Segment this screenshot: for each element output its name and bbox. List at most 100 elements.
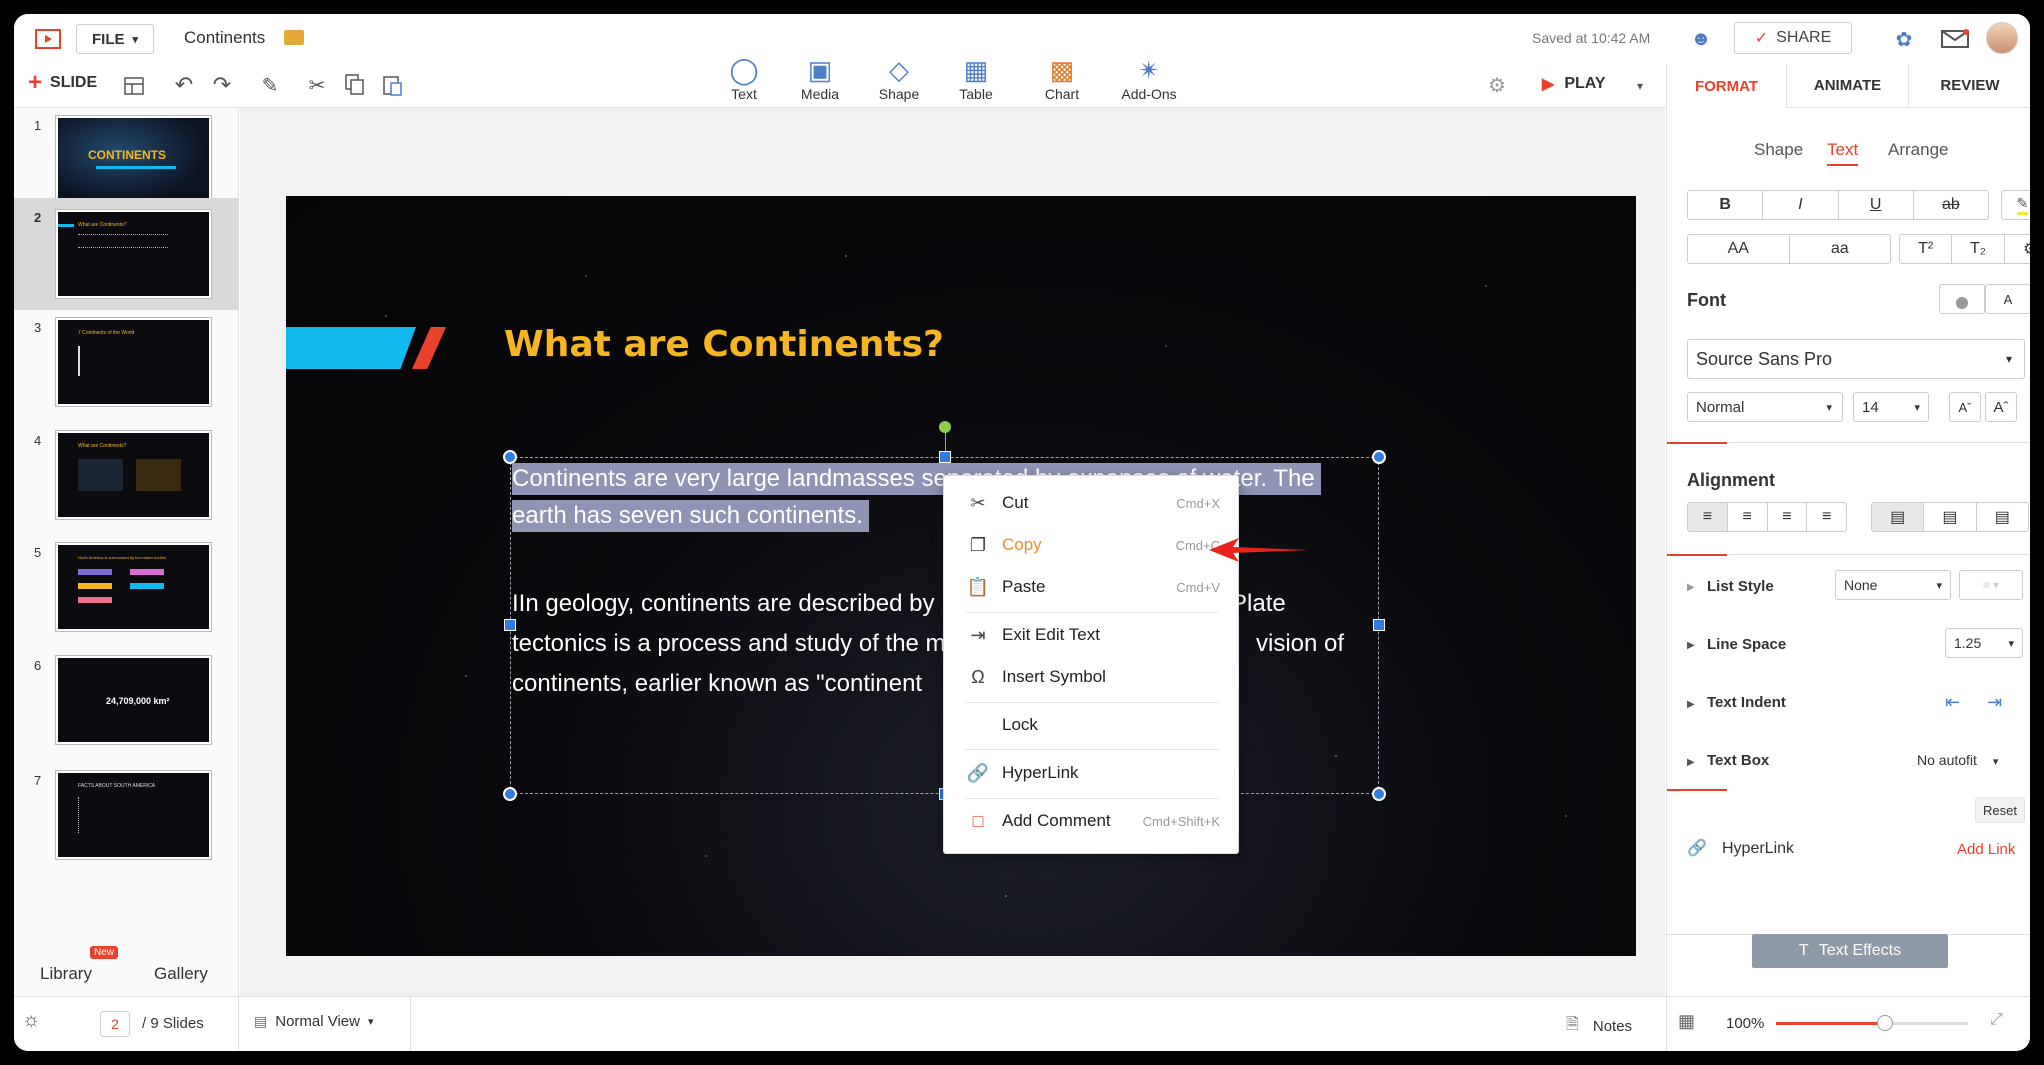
increase-font-button[interactable]: Aˆ bbox=[1985, 392, 2017, 422]
tab-review[interactable]: REVIEW bbox=[1909, 64, 2030, 108]
list-style-expand-icon[interactable]: ▶ bbox=[1687, 582, 1695, 593]
reset-button[interactable]: Reset bbox=[1975, 797, 2025, 823]
zoom-slider-thumb[interactable] bbox=[1877, 1015, 1894, 1031]
chat-icon[interactable]: ☼ bbox=[22, 1009, 40, 1032]
zoom-slider[interactable] bbox=[1776, 1015, 1968, 1031]
file-menu-button[interactable]: FILE ▾ bbox=[76, 24, 154, 54]
insert-text-button[interactable]: ◯ Text bbox=[714, 54, 774, 102]
resize-handle-bottom-right[interactable] bbox=[1372, 787, 1386, 801]
fit-slide-icon[interactable]: ▦ bbox=[1678, 1011, 1695, 1032]
collaborators-icon[interactable]: ☻ bbox=[1684, 26, 1718, 52]
context-menu-exit-edit[interactable]: ⇥ Exit Edit Text bbox=[944, 614, 1240, 656]
scissors-icon[interactable]: ✂ bbox=[304, 72, 330, 98]
copy-icon[interactable] bbox=[342, 72, 368, 98]
align-middle-icon[interactable]: ▤ bbox=[1924, 503, 1977, 531]
context-menu-add-comment[interactable]: □ Add Comment Cmd+Shift+K bbox=[944, 800, 1240, 842]
align-right-icon[interactable]: ≡ bbox=[1768, 503, 1808, 531]
resize-handle-top-right[interactable] bbox=[1372, 450, 1386, 464]
align-bottom-icon[interactable]: ▤ bbox=[1977, 503, 2028, 531]
subtab-arrange[interactable]: Arrange bbox=[1888, 140, 1948, 160]
context-menu-insert-symbol[interactable]: Ω Insert Symbol bbox=[944, 656, 1240, 698]
body-text-line[interactable]: vision of bbox=[1256, 628, 1344, 660]
font-size-select[interactable]: 14 ▾ bbox=[1853, 392, 1929, 422]
text-settings-icon[interactable]: ⚙ bbox=[2005, 235, 2030, 263]
strikethrough-button[interactable]: ab bbox=[1914, 191, 1988, 219]
settings-icon[interactable]: ⚙ bbox=[1484, 72, 1510, 98]
paste-icon[interactable] bbox=[380, 72, 406, 98]
font-color-button[interactable] bbox=[1939, 284, 1985, 314]
avatar[interactable] bbox=[1986, 22, 2018, 54]
slide-title[interactable]: What are Continents? bbox=[504, 324, 944, 365]
subtab-shape[interactable]: Shape bbox=[1754, 140, 1803, 160]
lowercase-button[interactable]: aa bbox=[1790, 235, 1891, 263]
undo-icon[interactable]: ↶ bbox=[172, 72, 196, 98]
app-logo-icon[interactable] bbox=[34, 28, 62, 52]
font-outline-button[interactable]: A bbox=[1985, 284, 2030, 314]
resize-handle-top-left[interactable] bbox=[503, 450, 517, 464]
play-button[interactable]: ▶ PLAY bbox=[1542, 74, 1606, 94]
subtab-text[interactable]: Text bbox=[1827, 140, 1859, 166]
resize-handle-bottom-left[interactable] bbox=[503, 787, 517, 801]
slide-thumbnail-5[interactable]: 5 North America is surrounded by four wa… bbox=[14, 535, 239, 647]
slide-thumbnail-2[interactable]: 2 What are Continents? bbox=[14, 198, 239, 310]
gallery-button[interactable]: Gallery bbox=[154, 964, 208, 984]
insert-addons-button[interactable]: ✴ Add-Ons bbox=[1114, 54, 1184, 102]
current-slide-input[interactable]: 2 bbox=[100, 1011, 130, 1037]
view-mode-select[interactable]: ▤ Normal View ▾ bbox=[254, 1013, 374, 1030]
selected-text-line-2[interactable]: earth has seven such continents. bbox=[512, 500, 869, 532]
slide-thumbnail-4[interactable]: 4 What are Continents? bbox=[14, 423, 239, 535]
align-center-icon[interactable]: ≡ bbox=[1728, 503, 1768, 531]
context-menu-lock[interactable]: Lock bbox=[944, 704, 1240, 746]
document-title[interactable]: Continents bbox=[184, 28, 265, 48]
highlight-color-button[interactable]: ✎ ▾ bbox=[2001, 190, 2030, 220]
slide-thumbnail-7[interactable]: 7 FACTS ABOUT SOUTH AMERICA bbox=[14, 763, 239, 875]
increase-indent-icon[interactable]: ⇥ bbox=[1987, 692, 2002, 713]
insert-chart-button[interactable]: ▩ Chart bbox=[1032, 54, 1092, 102]
context-menu-paste[interactable]: 📋 Paste Cmd+V bbox=[944, 566, 1240, 608]
italic-button[interactable]: I bbox=[1763, 191, 1839, 219]
insert-table-button[interactable]: ▦ Table bbox=[946, 54, 1006, 102]
text-indent-expand-icon[interactable]: ▶ bbox=[1687, 699, 1695, 710]
fullscreen-icon[interactable]: ⤢ bbox=[1990, 1011, 2003, 1029]
whats-new-icon[interactable]: ✿ bbox=[1890, 26, 1918, 52]
body-text-line[interactable]: tectonics is a process and study of the … bbox=[512, 628, 946, 660]
tab-format[interactable]: FORMAT bbox=[1667, 64, 1787, 108]
context-menu-cut[interactable]: ✂ Cut Cmd+X bbox=[944, 482, 1240, 524]
align-left-icon[interactable]: ≡ bbox=[1688, 503, 1728, 531]
text-effects-button[interactable]: T Text Effects bbox=[1752, 934, 1948, 968]
decrease-font-button[interactable]: Aˇ bbox=[1949, 392, 1981, 422]
align-justify-icon[interactable]: ≡ bbox=[1807, 503, 1846, 531]
line-space-expand-icon[interactable]: ▶ bbox=[1687, 640, 1695, 651]
format-painter-icon[interactable]: ✎ bbox=[258, 72, 282, 98]
notes-button[interactable]: 🗎 Notes bbox=[1566, 1013, 1632, 1040]
insert-media-button[interactable]: ▣ Media bbox=[790, 54, 850, 102]
underline-button[interactable]: U bbox=[1839, 191, 1914, 219]
context-menu-copy[interactable]: ❐ Copy Cmd+C bbox=[944, 524, 1240, 566]
add-link-button[interactable]: Add Link bbox=[1957, 841, 2015, 858]
font-family-select[interactable]: Source Sans Pro ▾ bbox=[1687, 339, 2025, 379]
decrease-indent-icon[interactable]: ⇤ bbox=[1945, 692, 1960, 713]
font-style-select[interactable]: Normal ▾ bbox=[1687, 392, 1843, 422]
tab-animate[interactable]: ANIMATE bbox=[1787, 64, 1909, 108]
library-button[interactable]: Library bbox=[40, 964, 92, 984]
resize-handle-top[interactable] bbox=[939, 451, 951, 463]
list-bullet-select[interactable]: ≡ ▾ bbox=[1959, 570, 2023, 600]
mail-icon[interactable] bbox=[1940, 26, 1970, 52]
context-menu-hyperlink[interactable]: 🔗 HyperLink bbox=[944, 752, 1240, 794]
new-slide-button[interactable]: + SLIDE bbox=[28, 71, 97, 95]
subscript-button[interactable]: T₂ bbox=[1952, 235, 2005, 263]
insert-shape-button[interactable]: ◇ Shape bbox=[869, 54, 929, 102]
bold-button[interactable]: B bbox=[1688, 191, 1764, 219]
body-text-line[interactable]: IIn geology, continents are described by bbox=[512, 588, 934, 620]
redo-icon[interactable]: ↷ bbox=[210, 72, 234, 98]
play-options-chevron-icon[interactable]: ▾ bbox=[1630, 76, 1650, 96]
rotate-handle[interactable] bbox=[939, 421, 951, 433]
text-box-expand-icon[interactable]: ▶ bbox=[1687, 757, 1695, 768]
align-top-icon[interactable]: ▤ bbox=[1872, 503, 1925, 531]
resize-handle-right[interactable] bbox=[1373, 619, 1385, 631]
folder-icon[interactable] bbox=[284, 30, 304, 45]
superscript-button[interactable]: T² bbox=[1900, 235, 1953, 263]
line-space-select[interactable]: 1.25 ▾ bbox=[1945, 628, 2023, 658]
slide-thumbnail-6[interactable]: 6 24,709,000 km² bbox=[14, 648, 239, 760]
list-style-select[interactable]: None ▾ bbox=[1835, 570, 1951, 600]
